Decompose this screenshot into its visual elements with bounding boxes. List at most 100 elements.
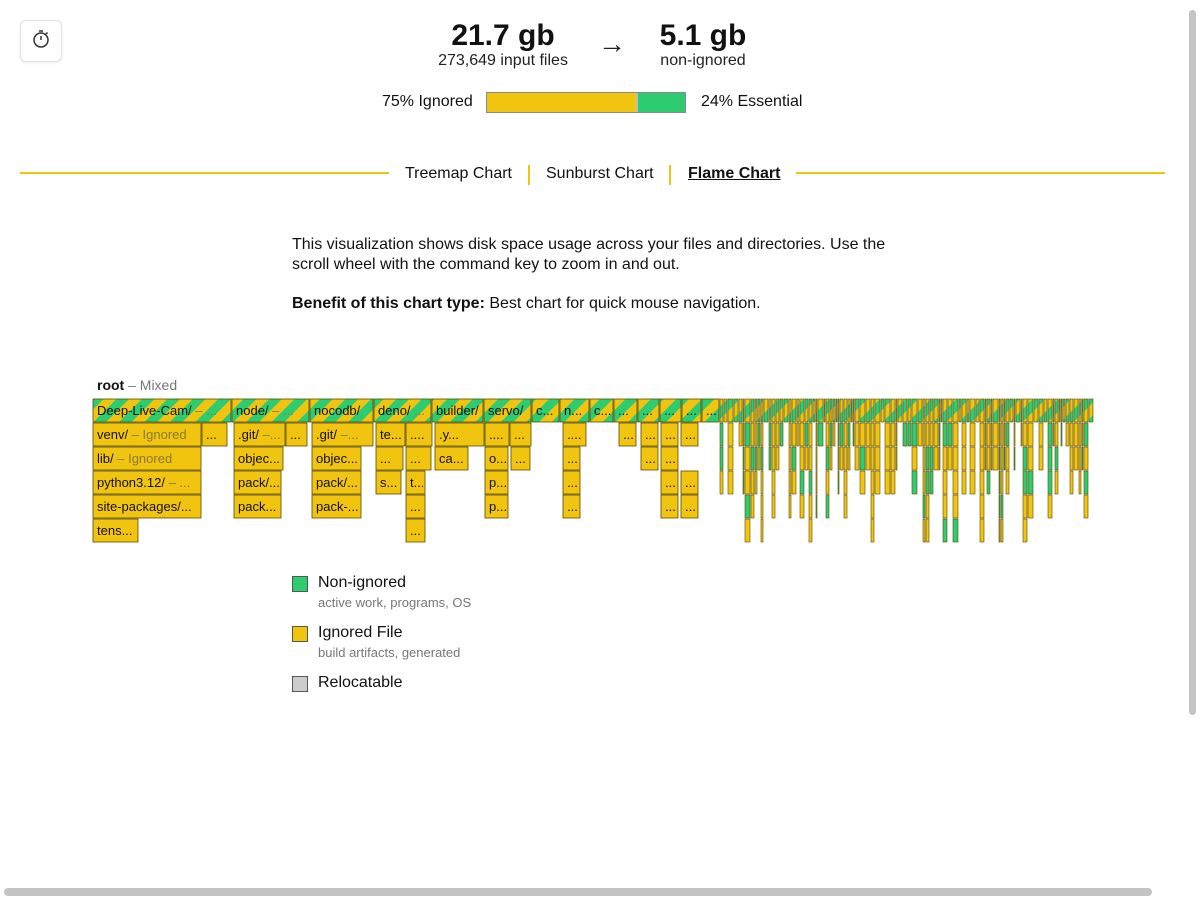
flame-node[interactable]: ...	[660, 446, 679, 471]
flame-node-rect[interactable]	[1081, 422, 1084, 447]
flame-node-rect[interactable]	[760, 398, 764, 423]
flame-node[interactable]: pack...	[233, 494, 282, 519]
flame-node-rect[interactable]	[922, 518, 926, 543]
flame-node-rect[interactable]	[1069, 470, 1074, 495]
flame-node-rect[interactable]	[984, 446, 987, 471]
flame-node[interactable]: ...	[660, 422, 679, 447]
flame-node-rect[interactable]	[1027, 494, 1034, 519]
flame-node-rect[interactable]	[1022, 446, 1028, 471]
flame-node[interactable]: ...	[701, 398, 720, 423]
flame-node-rect[interactable]	[911, 446, 918, 471]
flame-node-rect[interactable]	[1000, 422, 1004, 447]
flame-node-rect[interactable]	[986, 470, 991, 495]
flame-node-rect[interactable]	[929, 398, 934, 423]
flame-node[interactable]: ...	[562, 470, 581, 495]
flame-node-rect[interactable]	[738, 422, 743, 447]
flame-node-rect[interactable]	[825, 494, 830, 519]
flame-node-rect[interactable]	[825, 446, 830, 471]
flame-node-rect[interactable]	[990, 398, 993, 423]
flame-node[interactable]: builder/	[431, 398, 484, 423]
flame-node-rect[interactable]	[1027, 422, 1034, 447]
flame-node-rect[interactable]	[719, 398, 724, 423]
flame-node-rect[interactable]	[952, 398, 959, 423]
flame-node-rect[interactable]	[757, 398, 761, 423]
flame-node-rect[interactable]	[859, 422, 866, 447]
flame-node-rect[interactable]	[895, 398, 898, 423]
flame-node-rect[interactable]	[1038, 398, 1044, 423]
flame-node-rect[interactable]	[835, 398, 838, 423]
flame-node-rect[interactable]	[897, 398, 903, 423]
flame-node-rect[interactable]	[1020, 398, 1023, 423]
flame-node-rect[interactable]	[815, 470, 818, 495]
flame-node[interactable]: ca...	[434, 446, 469, 471]
flame-node-rect[interactable]	[979, 470, 985, 495]
flame-node-rect[interactable]	[1078, 422, 1082, 447]
flame-node-rect[interactable]	[992, 422, 999, 447]
flame-node-rect[interactable]	[837, 446, 840, 471]
flame-node-rect[interactable]	[969, 446, 976, 471]
flame-node[interactable]: ...	[618, 422, 637, 447]
flame-node-rect[interactable]	[1083, 446, 1089, 471]
flame-node-rect[interactable]	[750, 422, 755, 447]
flame-node-rect[interactable]	[843, 446, 848, 471]
flame-node-rect[interactable]	[1027, 446, 1034, 471]
tab-flame-chart[interactable]: Flame Chart	[688, 165, 780, 183]
flame-node-rect[interactable]	[843, 422, 848, 447]
flame-node[interactable]: ...	[659, 398, 682, 423]
flame-node-rect[interactable]	[839, 422, 844, 447]
flame-node-rect[interactable]	[975, 398, 980, 423]
flame-node-rect[interactable]	[859, 398, 866, 423]
flame-node-rect[interactable]	[799, 470, 805, 495]
flame-node[interactable]: site-packages/...	[92, 494, 202, 519]
flame-node-rect[interactable]	[884, 422, 891, 447]
flame-node-rect[interactable]	[815, 494, 818, 519]
flame-node-rect[interactable]	[986, 398, 991, 423]
flame-node-rect[interactable]	[992, 398, 999, 423]
flame-node-rect[interactable]	[850, 398, 853, 423]
flame-node-rect[interactable]	[1069, 398, 1074, 423]
flame-node-rect[interactable]	[788, 398, 792, 423]
flame-node-rect[interactable]	[783, 398, 789, 423]
flame-node-rect[interactable]	[796, 398, 800, 423]
flame-node-rect[interactable]	[852, 398, 855, 423]
flame-chart[interactable]: Deep-Live-Cam/ – ... node/ – ... nocodb/de…	[92, 398, 1094, 544]
flame-node[interactable]: ...	[660, 470, 679, 495]
flame-node-rect[interactable]	[998, 446, 1001, 471]
flame-node[interactable]: c...	[589, 398, 614, 423]
flame-node-rect[interactable]	[791, 422, 797, 447]
flame-node-rect[interactable]	[925, 518, 930, 543]
flame-node-rect[interactable]	[839, 398, 844, 423]
flame-node-rect[interactable]	[925, 470, 930, 495]
flame-node-rect[interactable]	[1083, 398, 1089, 423]
flame-node[interactable]: ...	[201, 422, 228, 447]
flame-node-rect[interactable]	[1078, 470, 1082, 495]
flame-node-rect[interactable]	[1005, 398, 1010, 423]
flame-node-rect[interactable]	[961, 422, 967, 447]
flame-node-rect[interactable]	[969, 470, 976, 495]
flame-node[interactable]: ...	[660, 494, 679, 519]
flame-node-rect[interactable]	[1013, 398, 1016, 423]
flame-node-rect[interactable]	[775, 398, 780, 423]
flame-node[interactable]: ...	[680, 494, 699, 519]
flame-node-rect[interactable]	[979, 518, 985, 543]
flame-node-rect[interactable]	[952, 494, 959, 519]
flame-node-rect[interactable]	[738, 398, 743, 423]
flame-node-rect[interactable]	[1054, 446, 1059, 471]
flame-node[interactable]: te...	[375, 422, 406, 447]
flame-node-rect[interactable]	[859, 470, 866, 495]
flame-node-rect[interactable]	[744, 470, 751, 495]
flame-node-rect[interactable]	[771, 398, 776, 423]
flame-node-rect[interactable]	[1062, 398, 1066, 423]
flame-node[interactable]: ...	[681, 398, 702, 423]
flame-node-rect[interactable]	[799, 494, 805, 519]
flame-node-rect[interactable]	[942, 446, 948, 471]
flame-node-rect[interactable]	[760, 446, 764, 471]
flame-node-rect[interactable]	[870, 422, 875, 447]
flame-node[interactable]: ...	[405, 518, 426, 543]
flame-node-rect[interactable]	[1022, 398, 1028, 423]
flame-node-rect[interactable]	[1073, 446, 1079, 471]
flame-node-rect[interactable]	[1005, 422, 1010, 447]
flame-node[interactable]: .y...	[434, 422, 485, 447]
flame-node-rect[interactable]	[1038, 446, 1044, 471]
flame-node-rect[interactable]	[966, 398, 970, 423]
